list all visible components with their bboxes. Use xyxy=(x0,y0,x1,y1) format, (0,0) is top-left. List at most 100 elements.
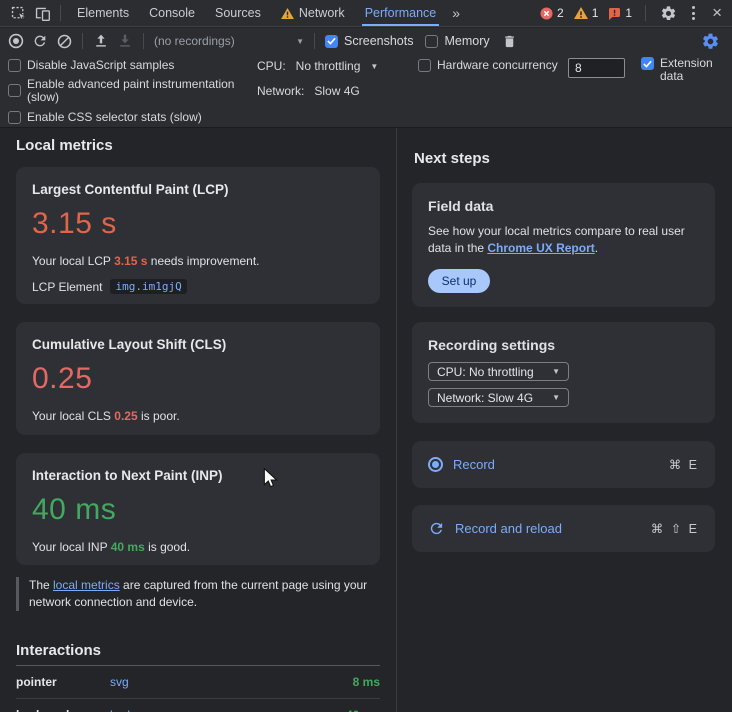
interaction-type: pointer xyxy=(16,675,57,689)
device-toolbar-icon[interactable] xyxy=(30,1,54,25)
tab-console[interactable]: Console xyxy=(139,0,205,26)
hardware-concurrency-input[interactable] xyxy=(568,58,625,78)
chevron-down-icon: ▼ xyxy=(370,61,379,71)
inspect-element-icon[interactable] xyxy=(6,1,30,25)
lcp-element-link[interactable]: img.im1gjQ xyxy=(110,279,187,294)
console-errors-badge[interactable]: 2 xyxy=(537,6,567,20)
local-metrics-link[interactable]: local metrics xyxy=(53,578,120,592)
network-throttling-select-secondary[interactable]: Network: Slow 4G ▼ xyxy=(428,388,569,407)
more-options-kebab-icon[interactable] xyxy=(684,1,702,25)
record-and-reload-button[interactable]: Record and reload ⌘ ⇧ E xyxy=(412,505,715,552)
reload-icon xyxy=(430,522,443,535)
capture-settings-pane: Disable JavaScript samples Enable advanc… xyxy=(0,54,732,128)
collect-garbage-icon[interactable] xyxy=(498,29,522,53)
capture-settings-gear-icon[interactable] xyxy=(698,29,722,53)
interaction-type: keyboard xyxy=(16,708,110,712)
record-and-reload-shortcut: ⌘ ⇧ E xyxy=(650,522,699,536)
interactions-table: pointer svg 8 ms keyboard body 40 ms xyxy=(16,665,380,712)
local-metrics-note: The local metrics are captured from the … xyxy=(16,577,376,611)
checkbox-unchecked-icon xyxy=(425,34,439,48)
clear-icon[interactable] xyxy=(52,29,76,53)
performance-toolbar: (no recordings) ▼ Screenshots Memory xyxy=(0,28,732,54)
divider xyxy=(82,33,83,49)
save-profile-icon xyxy=(113,29,137,53)
devtools-performance-panel: Elements Console Sources Network Perform… xyxy=(0,0,732,712)
chrome-ux-report-link[interactable]: Chrome UX Report xyxy=(487,241,594,255)
disable-js-samples-checkbox[interactable]: Disable JavaScript samples xyxy=(8,58,174,72)
interaction-target-link[interactable]: svg xyxy=(110,675,353,689)
checkbox-unchecked-icon xyxy=(8,110,21,124)
next-steps-pane: Next steps Field data See how your local… xyxy=(398,128,732,712)
cpu-throttling-select[interactable]: CPU: No throttling ▼ xyxy=(257,59,378,73)
next-steps-title: Next steps xyxy=(414,150,490,167)
interaction-target-link[interactable]: body xyxy=(110,708,346,712)
chevron-down-icon: ▼ xyxy=(552,393,560,402)
record-shortcut: ⌘ E xyxy=(668,458,699,472)
field-data-title: Field data xyxy=(428,198,494,214)
error-icon xyxy=(540,6,553,20)
close-devtools-icon[interactable]: × xyxy=(706,4,732,23)
divider xyxy=(143,33,144,49)
load-profile-icon[interactable] xyxy=(89,29,113,53)
tab-elements[interactable]: Elements xyxy=(67,0,139,26)
devtools-tabbar: Elements Console Sources Network Perform… xyxy=(0,0,732,27)
memory-checkbox[interactable]: Memory xyxy=(425,34,490,48)
recording-settings-card: Recording settings CPU: No throttling ▼ … xyxy=(412,322,715,423)
network-throttling-select[interactable]: Network: Slow 4G xyxy=(257,84,360,98)
screenshots-checkbox[interactable]: Screenshots xyxy=(325,34,413,48)
recordings-dropdown[interactable]: (no recordings) ▼ xyxy=(150,34,308,48)
issue-count: 1 xyxy=(625,6,633,20)
issue-icon xyxy=(609,7,621,20)
error-count: 2 xyxy=(557,6,564,20)
table-row[interactable]: keyboard body 40 ms xyxy=(16,699,380,712)
record-icon xyxy=(428,457,443,472)
lcp-card-title: Largest Contentful Paint (LCP) xyxy=(32,182,229,197)
cls-description: Your local CLS 0.25 is poor. xyxy=(32,409,180,423)
interaction-duration: 40 ms xyxy=(346,708,380,712)
css-selector-stats-checkbox[interactable]: Enable CSS selector stats (slow) xyxy=(8,110,202,124)
extension-data-checkbox[interactable]: Extension data xyxy=(641,57,723,83)
mouse-cursor xyxy=(263,468,278,488)
set-up-button[interactable]: Set up xyxy=(428,269,490,293)
recording-settings-title: Recording settings xyxy=(428,337,556,353)
warning-count: 1 xyxy=(591,6,599,20)
local-metrics-title: Local metrics xyxy=(16,137,113,154)
lcp-element-label: LCP Element xyxy=(32,279,103,294)
network-warning-icon xyxy=(280,7,294,19)
local-metrics-pane: Local metrics Largest Contentful Paint (… xyxy=(0,128,397,712)
divider xyxy=(645,5,647,21)
checkbox-unchecked-icon xyxy=(8,58,21,72)
chevron-down-icon: ▼ xyxy=(552,367,560,376)
console-warnings-badge[interactable]: 1 xyxy=(571,6,602,20)
hardware-concurrency-checkbox[interactable]: Hardware concurrency xyxy=(418,58,558,72)
field-data-text: See how your local metrics compare to re… xyxy=(428,224,685,255)
inp-card-title: Interaction to Next Paint (INP) xyxy=(32,468,223,483)
cls-card-title: Cumulative Layout Shift (CLS) xyxy=(32,337,227,352)
tab-network[interactable]: Network xyxy=(271,0,355,26)
checkbox-checked-icon xyxy=(641,57,654,70)
advanced-paint-checkbox[interactable]: Enable advanced paint instrumentation (s… xyxy=(8,78,256,104)
checkbox-unchecked-icon xyxy=(8,84,21,97)
record-and-reload-icon[interactable] xyxy=(28,29,52,53)
table-row[interactable]: pointer svg 8 ms xyxy=(16,666,380,699)
divider xyxy=(314,33,315,49)
issues-badge[interactable]: 1 xyxy=(605,6,635,20)
cpu-throttling-select-secondary[interactable]: CPU: No throttling ▼ xyxy=(428,362,569,381)
cls-metric-card: Cumulative Layout Shift (CLS) 0.25 Your … xyxy=(16,322,380,435)
inp-value: 40 ms xyxy=(32,493,117,526)
lcp-description: Your local LCP 3.15 s needs improvement. xyxy=(32,254,260,268)
settings-gear-icon[interactable] xyxy=(656,1,680,25)
checkbox-checked-icon xyxy=(325,34,338,48)
warning-icon xyxy=(573,7,588,19)
cls-value: 0.25 xyxy=(32,362,93,395)
tab-performance[interactable]: Performance xyxy=(355,0,447,26)
inp-metric-card: Interaction to Next Paint (INP) 40 ms Yo… xyxy=(16,453,380,565)
record-icon[interactable] xyxy=(4,29,28,53)
chevron-down-icon: ▼ xyxy=(296,36,304,46)
divider xyxy=(60,5,61,21)
interaction-duration: 8 ms xyxy=(352,675,380,689)
more-tabs-button[interactable]: » xyxy=(446,5,466,21)
tab-sources[interactable]: Sources xyxy=(205,0,271,26)
record-button[interactable]: Record ⌘ E xyxy=(412,441,715,488)
interactions-title: Interactions xyxy=(16,642,102,659)
